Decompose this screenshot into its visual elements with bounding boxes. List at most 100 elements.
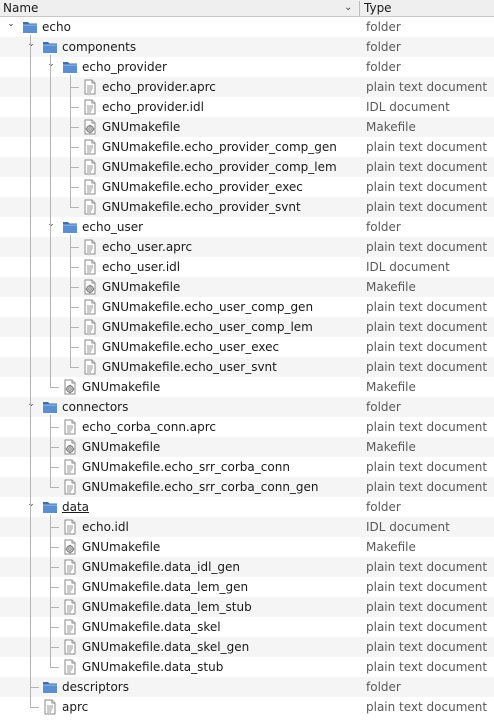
- tree-folder-row[interactable]: descriptors folder: [0, 677, 494, 697]
- text-document-icon: [82, 339, 98, 355]
- item-type: plain text document: [366, 200, 488, 214]
- item-type: folder: [366, 400, 401, 414]
- tree-file-row[interactable]: echo.idl IDL document: [0, 517, 494, 537]
- item-name: GNUmakefile.data_idl_gen: [82, 560, 241, 574]
- tree-folder-row[interactable]: ⌄ echo_user folder: [0, 217, 494, 237]
- tree-folder-row[interactable]: ⌄ echo folder: [0, 17, 494, 37]
- text-document-icon: [62, 479, 78, 495]
- tree-file-row[interactable]: echo_corba_conn.aprc plain text document: [0, 417, 494, 437]
- text-document-icon: [62, 659, 78, 675]
- item-name: GNUmakefile.echo_provider_exec: [102, 180, 303, 194]
- makefile-icon: [62, 539, 78, 555]
- tree-branch-line: [50, 547, 59, 548]
- item-name: echo.idl: [82, 520, 129, 534]
- expand-chevron-down-icon[interactable]: ⌄: [25, 37, 37, 57]
- item-name: GNUmakefile.data_skel: [82, 620, 221, 634]
- tree-file-row[interactable]: GNUmakefile Makefile: [0, 377, 494, 397]
- tree-folder-row[interactable]: ⌄ data folder: [0, 497, 494, 517]
- tree-branch-line: [30, 707, 39, 708]
- folder-icon: [62, 219, 78, 235]
- tree-file-row[interactable]: GNUmakefile.data_stub plain text document: [0, 657, 494, 677]
- tree-branch-line: [70, 367, 79, 368]
- tree-file-row[interactable]: GNUmakefile.data_lem_gen plain text docum…: [0, 577, 494, 597]
- tree-branch-line: [50, 667, 59, 668]
- tree-branch-line: [50, 467, 59, 468]
- item-name: echo: [42, 20, 71, 34]
- tree-file-row[interactable]: GNUmakefile.echo_srr_corba_conn_gen plain…: [0, 477, 494, 497]
- tree-branch-line: [70, 307, 79, 308]
- tree-file-row[interactable]: GNUmakefile.echo_srr_corba_conn plain tex…: [0, 457, 494, 477]
- text-document-icon: [62, 559, 78, 575]
- item-name: GNUmakefile.echo_provider_svnt: [102, 200, 301, 214]
- tree-branch-line: [70, 107, 79, 108]
- item-name: GNUmakefile.data_skel_gen: [82, 640, 250, 654]
- text-document-icon: [62, 619, 78, 635]
- item-type: plain text document: [366, 300, 488, 314]
- text-document-icon: [82, 259, 98, 275]
- item-type: plain text document: [366, 140, 488, 154]
- tree-branch-line: [70, 127, 79, 128]
- tree-file-row[interactable]: GNUmakefile Makefile: [0, 437, 494, 457]
- item-name: GNUmakefile.echo_user_svnt: [102, 360, 277, 374]
- tree-file-row[interactable]: GNUmakefile.data_skel plain text document: [0, 617, 494, 637]
- text-document-icon: [62, 519, 78, 535]
- name-column-header[interactable]: Name: [3, 0, 38, 16]
- item-type: plain text document: [366, 80, 488, 94]
- tree-file-row[interactable]: GNUmakefile.data_lem_stub plain text docu…: [0, 597, 494, 617]
- item-name: GNUmakefile: [82, 380, 161, 394]
- item-type: Makefile: [366, 380, 416, 394]
- item-name: GNUmakefile: [102, 280, 181, 294]
- item-name: GNUmakefile: [82, 440, 161, 454]
- tree-guide-line: [30, 35, 31, 707]
- item-type: Makefile: [366, 120, 416, 134]
- expand-chevron-down-icon[interactable]: ⌄: [25, 397, 37, 417]
- folder-icon: [62, 59, 78, 75]
- tree-branch-line: [50, 627, 59, 628]
- item-type: IDL document: [366, 520, 450, 534]
- text-document-icon: [82, 179, 98, 195]
- tree-file-row[interactable]: GNUmakefile.data_skel_gen plain text docu…: [0, 637, 494, 657]
- item-type: plain text document: [366, 240, 488, 254]
- tree-folder-row[interactable]: ⌄ connectors folder: [0, 397, 494, 417]
- file-tree-view[interactable]: Name ⌄ Type ⌄ echo folder ⌄ components folder…: [0, 0, 494, 720]
- expand-chevron-down-icon[interactable]: ⌄: [45, 217, 57, 237]
- item-name: GNUmakefile.echo_user_comp_gen: [102, 300, 314, 314]
- item-name: GNUmakefile.echo_provider_comp_gen: [102, 140, 337, 154]
- expand-chevron-down-icon[interactable]: ⌄: [45, 57, 57, 77]
- tree-branch-line: [50, 527, 59, 528]
- text-document-icon: [62, 639, 78, 655]
- tree-branch-line: [70, 287, 79, 288]
- makefile-icon: [82, 119, 98, 135]
- tree-guide-line: [50, 55, 51, 387]
- item-name: echo_provider.aprc: [102, 80, 216, 94]
- tree-file-row[interactable]: GNUmakefile.data_idl_gen plain text docum…: [0, 557, 494, 577]
- chevron-down-icon[interactable]: ⌄: [344, 0, 354, 16]
- item-type: plain text document: [366, 360, 488, 374]
- column-divider[interactable]: [359, 1, 360, 16]
- tree-branch-line: [50, 447, 59, 448]
- type-column-header[interactable]: Type: [364, 0, 392, 16]
- item-type: folder: [366, 20, 401, 34]
- item-name: echo_provider: [82, 60, 167, 74]
- tree-folder-row[interactable]: ⌄ echo_provider folder: [0, 57, 494, 77]
- tree-branch-line: [70, 187, 79, 188]
- text-document-icon: [82, 359, 98, 375]
- item-type: plain text document: [366, 340, 488, 354]
- text-document-icon: [62, 459, 78, 475]
- item-type: plain text document: [366, 600, 488, 614]
- column-header: Name ⌄ Type: [0, 0, 494, 17]
- tree-file-row[interactable]: aprc plain text document: [0, 697, 494, 717]
- text-document-icon: [82, 139, 98, 155]
- tree-branch-line: [30, 687, 39, 688]
- tree-file-row[interactable]: GNUmakefile Makefile: [0, 537, 494, 557]
- tree-folder-row[interactable]: ⌄ components folder: [0, 37, 494, 57]
- item-type: IDL document: [366, 100, 450, 114]
- item-name: echo_user.idl: [102, 260, 181, 274]
- expand-chevron-down-icon[interactable]: ⌄: [25, 497, 37, 517]
- expand-chevron-down-icon[interactable]: ⌄: [5, 17, 17, 37]
- item-name: GNUmakefile.echo_srr_corba_conn: [82, 460, 290, 474]
- tree-branch-line: [70, 87, 79, 88]
- folder-icon: [42, 679, 58, 695]
- tree-branch-line: [70, 247, 79, 248]
- item-type: plain text document: [366, 420, 488, 434]
